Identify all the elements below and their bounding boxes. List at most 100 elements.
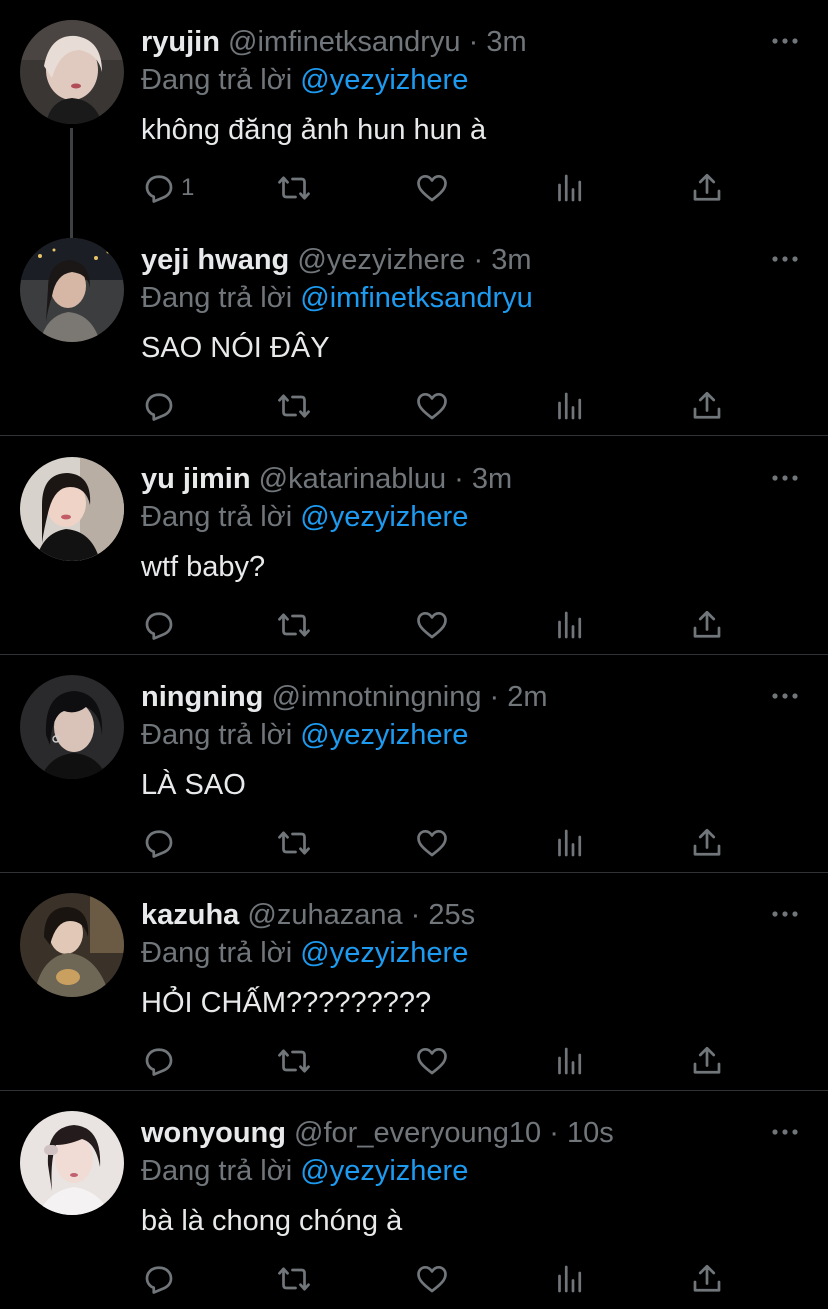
retweet-button[interactable] (276, 386, 312, 426)
share-icon (689, 388, 725, 424)
user-handle[interactable]: @yezyizhere (297, 244, 465, 276)
share-button[interactable] (689, 1259, 725, 1299)
tweet[interactable]: kazuha @zuhazana · 25s Đang trả lời @yez… (0, 873, 828, 1091)
timestamp[interactable]: 3m (472, 463, 512, 495)
views-icon (552, 1043, 588, 1079)
timestamp[interactable]: 2m (507, 681, 547, 713)
display-name[interactable]: yeji hwang (141, 244, 289, 276)
user-handle[interactable]: @imfinetksandryu (228, 26, 461, 58)
like-icon (414, 1261, 450, 1297)
like-button[interactable] (414, 386, 450, 426)
tweet-text: wtf baby? (141, 551, 266, 583)
reply-count: 1 (181, 174, 195, 201)
more-options-icon[interactable] (770, 899, 800, 929)
share-icon (689, 1043, 725, 1079)
like-button[interactable] (414, 605, 450, 645)
retweet-button[interactable] (276, 823, 312, 863)
mention-link[interactable]: @yezyizhere (300, 501, 468, 533)
like-button[interactable] (414, 1041, 450, 1081)
user-handle[interactable]: @zuhazana (247, 899, 402, 931)
tweet[interactable]: ningning @imnotningning · 2m Đang trả lờ… (0, 655, 828, 873)
views-button[interactable] (552, 386, 588, 426)
reply-icon (141, 388, 177, 424)
retweet-button[interactable] (276, 1259, 312, 1299)
views-icon (552, 388, 588, 424)
reply-button[interactable] (141, 1041, 181, 1081)
views-button[interactable] (552, 168, 588, 208)
avatar[interactable] (20, 238, 124, 342)
tweet-actions (141, 386, 741, 426)
more-options-icon[interactable] (770, 1117, 800, 1147)
reply-button[interactable]: 1 (141, 168, 194, 208)
share-button[interactable] (689, 605, 725, 645)
tweet-header: yu jimin @katarinabluu · 3m (141, 459, 512, 499)
timestamp[interactable]: 10s (567, 1117, 614, 1149)
mention-link[interactable]: @yezyizhere (300, 64, 468, 96)
tweet-actions (141, 605, 741, 645)
more-options-icon[interactable] (770, 244, 800, 274)
mention-link[interactable]: @yezyizhere (300, 1155, 468, 1187)
share-button[interactable] (689, 1041, 725, 1081)
display-name[interactable]: wonyoung (141, 1117, 286, 1149)
views-button[interactable] (552, 1041, 588, 1081)
avatar[interactable] (20, 675, 124, 779)
retweet-button[interactable] (276, 1041, 312, 1081)
avatar[interactable] (20, 457, 124, 561)
retweet-button[interactable] (276, 168, 312, 208)
like-button[interactable] (414, 1259, 450, 1299)
replying-to-label: Đang trả lời (141, 501, 293, 533)
reply-button[interactable] (141, 386, 181, 426)
views-icon (552, 825, 588, 861)
views-button[interactable] (552, 605, 588, 645)
tweet-text: SAO NÓI ĐÂY (141, 332, 330, 364)
reply-icon (141, 170, 177, 206)
more-options-icon[interactable] (770, 26, 800, 56)
like-button[interactable] (414, 168, 450, 208)
timestamp[interactable]: 3m (491, 244, 531, 276)
display-name[interactable]: ryujin (141, 26, 220, 58)
tweet[interactable]: ryujin @imfinetksandryu · 3m Đang trả lờ… (0, 0, 828, 238)
mention-link[interactable]: @yezyizhere (300, 719, 468, 751)
tweet[interactable]: yeji hwang @yezyizhere · 3m Đang trả lời… (0, 218, 828, 436)
separator-dot: · (468, 26, 479, 58)
views-icon (552, 1261, 588, 1297)
tweet[interactable]: yu jimin @katarinabluu · 3m Đang trả lời… (0, 437, 828, 655)
user-handle[interactable]: @imnotningning (271, 681, 481, 713)
user-handle[interactable]: @for_everyoung10 (294, 1117, 541, 1149)
separator-dot: · (473, 244, 484, 276)
replying-to-line: Đang trả lời @yezyizhere (141, 497, 468, 537)
views-button[interactable] (552, 1259, 588, 1299)
mention-link[interactable]: @yezyizhere (300, 937, 468, 969)
tweet[interactable]: wonyoung @for_everyoung10 · 10s Đang trả… (0, 1091, 828, 1309)
mention-link[interactable]: @imfinetksandryu (300, 282, 533, 314)
reply-button[interactable] (141, 605, 181, 645)
retweet-button[interactable] (276, 605, 312, 645)
retweet-icon (276, 825, 312, 861)
avatar[interactable] (20, 1111, 124, 1215)
timestamp[interactable]: 25s (428, 899, 475, 931)
replying-to-label: Đang trả lời (141, 719, 293, 751)
more-options-icon[interactable] (770, 681, 800, 711)
retweet-icon (276, 1043, 312, 1079)
display-name[interactable]: yu jimin (141, 463, 251, 495)
like-icon (414, 607, 450, 643)
share-button[interactable] (689, 823, 725, 863)
tweet-actions (141, 1041, 741, 1081)
share-button[interactable] (689, 386, 725, 426)
avatar[interactable] (20, 20, 124, 124)
share-button[interactable] (689, 168, 725, 208)
replying-to-line: Đang trả lời @yezyizhere (141, 715, 468, 755)
more-options-icon[interactable] (770, 463, 800, 493)
avatar[interactable] (20, 893, 124, 997)
views-button[interactable] (552, 823, 588, 863)
like-button[interactable] (414, 823, 450, 863)
retweet-icon (276, 1261, 312, 1297)
timestamp[interactable]: 3m (486, 26, 526, 58)
tweet-text: bà là chong chóng à (141, 1205, 403, 1237)
user-handle[interactable]: @katarinabluu (259, 463, 446, 495)
reply-button[interactable] (141, 1259, 181, 1299)
display-name[interactable]: ningning (141, 681, 263, 713)
display-name[interactable]: kazuha (141, 899, 239, 931)
reply-icon (141, 607, 177, 643)
reply-button[interactable] (141, 823, 181, 863)
